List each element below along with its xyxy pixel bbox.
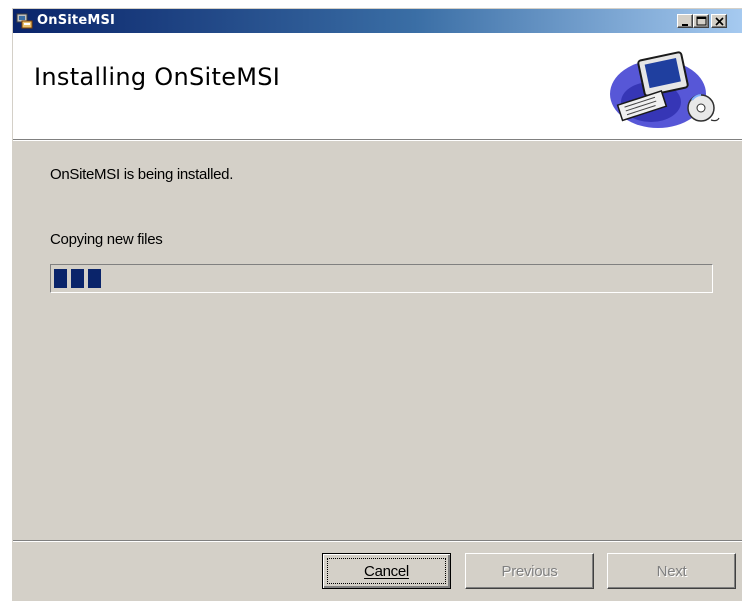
minimize-icon: [682, 24, 688, 26]
cancel-button[interactable]: Cancel: [322, 553, 451, 589]
footer-divider-highlight: [13, 541, 742, 542]
close-icon: [715, 17, 724, 26]
cancel-button-label: Cancel: [364, 562, 409, 580]
progress-bar: [50, 264, 713, 293]
install-description: OnSiteMSI is being installed.: [50, 166, 234, 183]
installer-app-icon: [16, 12, 34, 30]
next-button-label: Next: [656, 562, 687, 580]
banner-divider: [13, 140, 742, 141]
previous-button-label: Previous: [501, 562, 558, 580]
window-title: OnSiteMSI: [37, 13, 116, 28]
close-button[interactable]: [711, 14, 727, 28]
previous-button[interactable]: Previous: [465, 553, 594, 589]
progress-fill: [54, 269, 101, 288]
status-text: Copying new files: [50, 231, 163, 248]
maximize-button[interactable]: [693, 14, 709, 28]
maximize-icon: [696, 16, 707, 26]
page-title: Installing OnSiteMSI: [34, 63, 281, 91]
computer-cd-illustration: [603, 42, 723, 132]
header-banner: Installing OnSiteMSI: [13, 33, 742, 140]
title-bar[interactable]: OnSiteMSI: [13, 9, 742, 33]
installer-window: OnSiteMSI Installing OnSiteMSI OnSiteMSI…: [12, 8, 742, 601]
next-button[interactable]: Next: [607, 553, 736, 589]
minimize-button[interactable]: [677, 14, 693, 28]
